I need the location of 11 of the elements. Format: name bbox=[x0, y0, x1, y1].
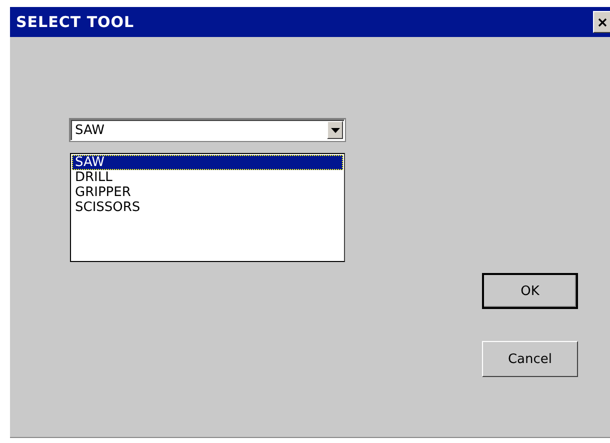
list-option[interactable]: SCISSORS bbox=[72, 200, 343, 215]
dropdown-arrow-icon bbox=[330, 128, 340, 132]
list-option[interactable]: GRIPPER bbox=[72, 185, 343, 200]
ok-button[interactable]: OK bbox=[482, 273, 578, 309]
close-icon bbox=[598, 18, 607, 26]
cancel-button[interactable]: Cancel bbox=[482, 341, 578, 377]
list-option[interactable]: SAW bbox=[72, 155, 343, 170]
window-title: SELECT TOOL bbox=[16, 13, 134, 31]
close-button[interactable] bbox=[593, 11, 610, 33]
tool-dropdown[interactable]: SAW bbox=[70, 119, 345, 141]
list-option[interactable]: DRILL bbox=[72, 170, 343, 185]
